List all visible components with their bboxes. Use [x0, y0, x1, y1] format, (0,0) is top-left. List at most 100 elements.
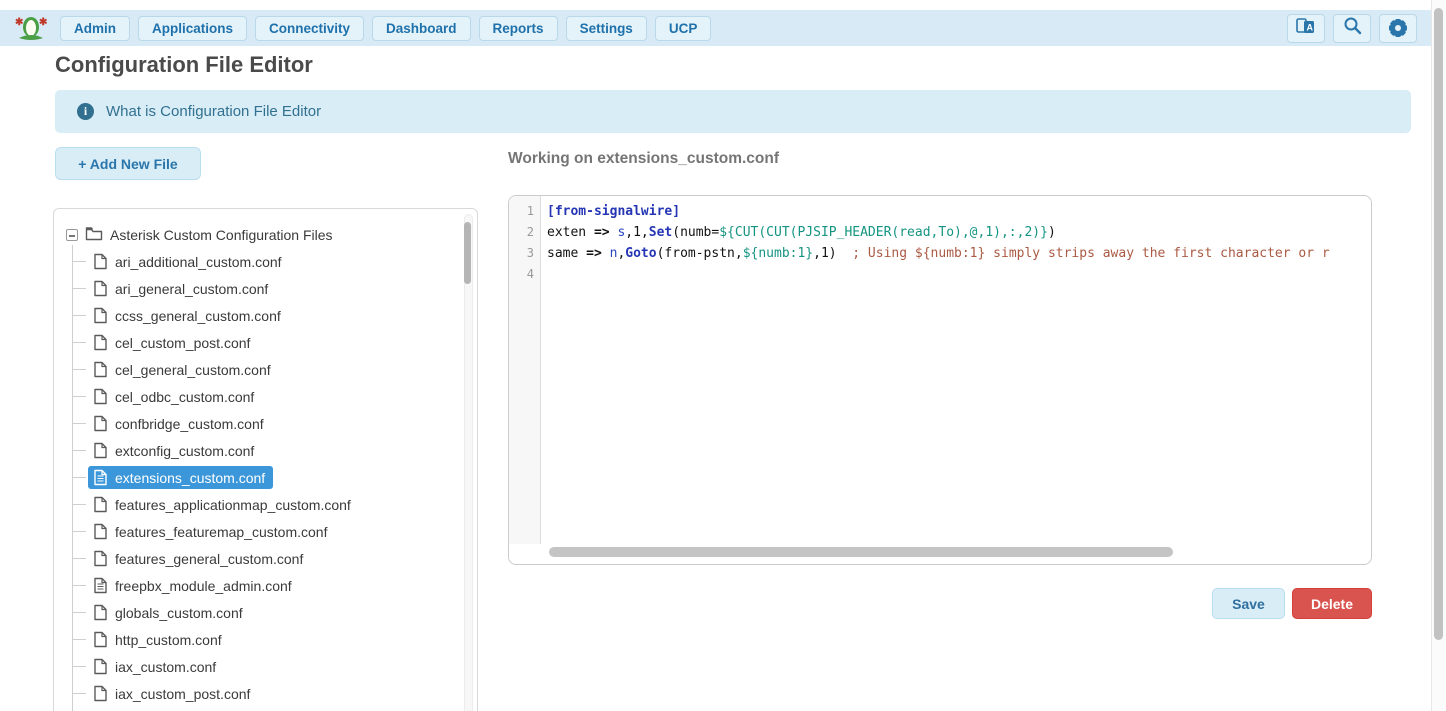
file-icon	[93, 388, 108, 405]
tree-file[interactable]: features_applicationmap_custom.conf	[88, 493, 359, 516]
tree-file-item: freepbx_module_admin.conf	[72, 572, 465, 599]
tree-file-item: iax_custom_post.conf	[72, 680, 465, 707]
tree-file[interactable]: http_custom.conf	[88, 628, 230, 651]
tree-file[interactable]: globals_custom.conf	[88, 601, 251, 624]
file-name-label: cel_odbc_custom.conf	[115, 389, 254, 405]
nav-item-admin[interactable]: Admin	[60, 16, 130, 41]
file-name-label: cel_custom_post.conf	[115, 335, 250, 351]
nav-item-ucp[interactable]: UCP	[655, 16, 712, 41]
tree-root-node[interactable]: Asterisk Custom Configuration Files	[66, 222, 465, 248]
language-button[interactable]: A	[1287, 14, 1325, 43]
file-name-label: globals_custom.conf	[115, 605, 243, 621]
line-number: 4	[509, 264, 534, 285]
file-icon	[93, 523, 108, 540]
tree-file-item: extensions_custom.conf	[72, 464, 465, 491]
folder-icon	[85, 226, 103, 244]
tree-file[interactable]: ari_additional_custom.conf	[88, 250, 290, 273]
file-name-label: ccss_general_custom.conf	[115, 308, 281, 324]
file-icon	[93, 604, 108, 621]
tree-file-item: http_custom.conf	[72, 626, 465, 653]
tree-file-list: ari_additional_custom.conf ari_general_cu…	[72, 248, 465, 711]
save-button[interactable]: Save	[1212, 588, 1285, 619]
svg-text:✱: ✱	[39, 17, 48, 28]
line-number: 3	[509, 243, 534, 264]
tree-file[interactable]: cel_custom_post.conf	[88, 331, 258, 354]
add-new-file-button[interactable]: + Add New File	[55, 147, 201, 180]
nav-item-reports[interactable]: Reports	[479, 16, 558, 41]
nav-item-settings[interactable]: Settings	[566, 16, 647, 41]
svg-text:A: A	[1307, 22, 1314, 32]
tree-root-label: Asterisk Custom Configuration Files	[110, 227, 333, 243]
tree-file-item: ari_additional_custom.conf	[72, 248, 465, 275]
code-line: exten => s,1,Set(numb=${CUT(CUT(PJSIP_HE…	[547, 222, 1369, 243]
page-scrollbar-track[interactable]	[1431, 0, 1446, 711]
nav-item-dashboard[interactable]: Dashboard	[372, 16, 471, 41]
file-icon	[93, 550, 108, 567]
tree-file[interactable]: confbridge_custom.conf	[88, 412, 272, 435]
info-alert[interactable]: i What is Configuration File Editor	[55, 90, 1411, 133]
file-icon	[93, 442, 108, 459]
tree-file[interactable]: ari_general_custom.conf	[88, 277, 276, 300]
file-name-label: confbridge_custom.conf	[115, 416, 264, 432]
delete-button[interactable]: Delete	[1292, 588, 1372, 619]
tree-file-item: features_general_custom.conf	[72, 545, 465, 572]
file-tree-panel: Asterisk Custom Configuration Files ari_…	[53, 208, 478, 711]
config-file-editor: 1234 [from-signalwire]exten => s,1,Set(n…	[508, 195, 1372, 565]
tree-file[interactable]: cel_general_custom.conf	[88, 358, 279, 381]
file-icon	[93, 307, 108, 324]
code-line	[547, 264, 1369, 285]
tree-file[interactable]: iax_custom_post.conf	[88, 682, 258, 705]
tree-file-item: iax_custom.conf	[72, 653, 465, 680]
search-button[interactable]	[1333, 14, 1371, 43]
editor-horizontal-scrollbar-thumb[interactable]	[549, 547, 1173, 557]
tree-scrollbar-track[interactable]	[464, 214, 473, 711]
file-name-label: ari_general_custom.conf	[115, 281, 268, 297]
info-icon: i	[77, 103, 94, 120]
tree-file[interactable]: extconfig_custom.conf	[88, 439, 262, 462]
file-icon	[93, 253, 108, 270]
tree-file-item: cel_odbc_custom.conf	[72, 383, 465, 410]
nav-item-connectivity[interactable]: Connectivity	[255, 16, 364, 41]
tree-file-item: extconfig_custom.conf	[72, 437, 465, 464]
search-icon	[1343, 16, 1362, 40]
tree-file-item: cel_general_custom.conf	[72, 356, 465, 383]
file-name-label: http_custom.conf	[115, 632, 222, 648]
nav-item-applications[interactable]: Applications	[138, 16, 247, 41]
info-alert-text: What is Configuration File Editor	[106, 103, 321, 120]
page-title: Configuration File Editor	[55, 52, 313, 78]
tree-file-item: confbridge_custom.conf	[72, 410, 465, 437]
tree-file[interactable]: features_general_custom.conf	[88, 547, 311, 570]
file-text-icon	[93, 577, 108, 594]
page-scrollbar-thumb[interactable]	[1434, 8, 1443, 640]
gear-icon	[1388, 18, 1408, 38]
language-icon: A	[1296, 17, 1316, 40]
tree-file-item: features_applicationmap_custom.conf	[72, 491, 465, 518]
top-navigation-bar: ✱ ✱ Admin Applications Connectivity Dashboa…	[0, 10, 1431, 46]
settings-button[interactable]	[1379, 14, 1417, 43]
file-name-label: iax_custom.conf	[115, 659, 216, 675]
tree-scrollbar-thumb[interactable]	[464, 222, 471, 284]
tree-file-selected[interactable]: extensions_custom.conf	[88, 466, 273, 489]
collapse-minus-icon[interactable]	[66, 229, 78, 241]
file-icon	[93, 496, 108, 513]
tree-file[interactable]: freepbx_module_admin.conf	[88, 574, 300, 597]
file-name-label: freepbx_module_admin.conf	[115, 578, 292, 594]
line-number: 2	[509, 222, 534, 243]
file-text-icon	[93, 469, 108, 486]
tree-file[interactable]: ccss_general_custom.conf	[88, 304, 289, 327]
file-name-label: extensions_custom.conf	[115, 470, 265, 486]
tree-file[interactable]: features_featuremap_custom.conf	[88, 520, 335, 543]
freepbx-logo-icon[interactable]: ✱ ✱	[12, 13, 50, 43]
file-icon	[93, 631, 108, 648]
tree-file[interactable]: iax_custom.conf	[88, 655, 224, 678]
code-editor[interactable]: [from-signalwire]exten => s,1,Set(numb=$…	[541, 196, 1371, 544]
tree-file[interactable]: cel_odbc_custom.conf	[88, 385, 262, 408]
file-icon	[93, 361, 108, 378]
code-line: same => n,Goto(from-pstn,${numb:1},1) ; …	[547, 243, 1369, 264]
file-name-label: cel_general_custom.conf	[115, 362, 271, 378]
code-line: [from-signalwire]	[547, 201, 1369, 222]
file-icon	[93, 280, 108, 297]
file-name-label: features_featuremap_custom.conf	[115, 524, 327, 540]
page: ✱ ✱ Admin Applications Connectivity Dashboa…	[0, 0, 1446, 711]
svg-text:✱: ✱	[15, 17, 24, 28]
